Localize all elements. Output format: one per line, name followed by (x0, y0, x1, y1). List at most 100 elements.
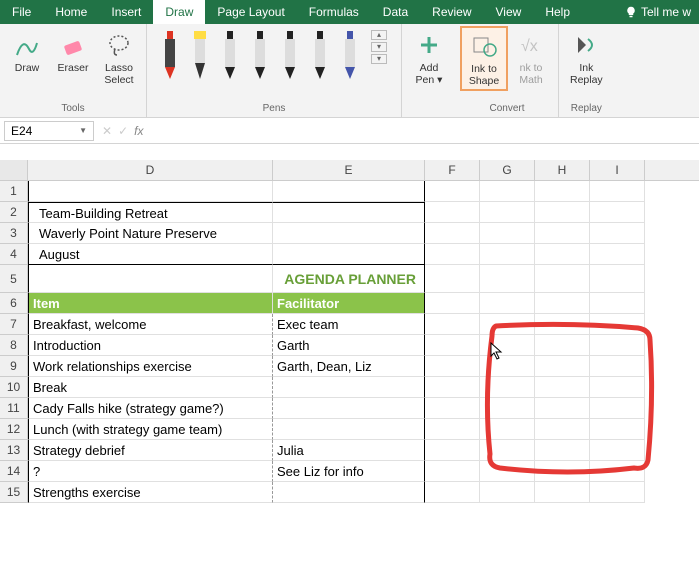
eraser-icon (59, 31, 87, 59)
col-header-i[interactable]: I (590, 160, 645, 180)
tab-page-layout[interactable]: Page Layout (205, 0, 296, 24)
lightbulb-icon (625, 6, 637, 18)
ink-to-math-icon: √x (517, 31, 545, 59)
col-header-g[interactable]: G (480, 160, 535, 180)
tab-formulas[interactable]: Formulas (297, 0, 371, 24)
tab-data[interactable]: Data (371, 0, 420, 24)
eraser-button[interactable]: Eraser (50, 26, 96, 78)
cell[interactable]: Exec team (273, 314, 425, 335)
pen-galaxy[interactable] (337, 30, 363, 80)
ribbon-group-replay: InkReplay Replay (559, 24, 614, 117)
spreadsheet-grid[interactable]: D E F G H I 1 2Team-Building Retreat 3Wa… (0, 160, 699, 503)
row-header[interactable]: 14 (0, 461, 28, 482)
cell[interactable]: Introduction (28, 335, 273, 356)
cell[interactable]: Garth (273, 335, 425, 356)
pen-red[interactable] (157, 30, 183, 80)
ribbon-group-convert: Ink toShape √x nk toMath Convert (456, 24, 559, 117)
cell[interactable]: ? (28, 461, 273, 482)
row-header[interactable]: 15 (0, 482, 28, 503)
row-header[interactable]: 9 (0, 356, 28, 377)
tab-home[interactable]: Home (43, 0, 99, 24)
replay-group-label: Replay (571, 101, 602, 117)
row-header[interactable]: 4 (0, 244, 28, 265)
lasso-icon (105, 31, 133, 59)
cell[interactable]: Work relationships exercise (28, 356, 273, 377)
tab-file[interactable]: File (0, 0, 43, 24)
row-header[interactable]: 7 (0, 314, 28, 335)
cell[interactable]: See Liz for info (273, 461, 425, 482)
ink-replay-icon (572, 31, 600, 59)
fx-button[interactable]: fx (134, 124, 143, 138)
ink-to-math-button: √x nk toMath (508, 26, 554, 89)
formula-bar: E24 ▼ ✕ ✓ fx (0, 118, 699, 144)
pens-group-label: Pens (263, 101, 286, 117)
cell[interactable]: Break (28, 377, 273, 398)
col-header-e[interactable]: E (273, 160, 425, 180)
tab-draw[interactable]: Draw (153, 0, 205, 24)
name-box-value: E24 (11, 124, 32, 138)
chevron-down-icon[interactable]: ▼ (79, 126, 87, 135)
tell-me-label: Tell me w (641, 5, 691, 19)
ribbon: Draw Eraser LassoSelect Tools ▴▾ (0, 24, 699, 118)
cell[interactable]: Breakfast, welcome (28, 314, 273, 335)
table-header-item[interactable]: Item (28, 293, 273, 314)
cell[interactable]: Strategy debrief (28, 440, 273, 461)
lasso-select-button[interactable]: LassoSelect (96, 26, 142, 89)
accept-formula-button[interactable]: ✓ (118, 124, 128, 138)
plus-icon (417, 33, 441, 57)
pen-gallery-more[interactable]: ▴▾▾ (367, 30, 391, 64)
row-header[interactable]: 6 (0, 293, 28, 314)
tab-insert[interactable]: Insert (99, 0, 153, 24)
ink-to-shape-button[interactable]: Ink toShape (460, 26, 508, 91)
row-header[interactable]: 5 (0, 265, 28, 293)
cell[interactable]: Waverly Point Nature Preserve (28, 223, 273, 244)
draw-icon (13, 31, 41, 59)
col-header-f[interactable]: F (425, 160, 480, 180)
row-header[interactable]: 2 (0, 202, 28, 223)
pen-gallery[interactable]: ▴▾▾ (151, 26, 397, 84)
add-pen-button[interactable]: AddPen ▾ (406, 26, 452, 89)
row-header[interactable]: 12 (0, 419, 28, 440)
row-header[interactable]: 11 (0, 398, 28, 419)
row-header[interactable]: 10 (0, 377, 28, 398)
cell-agenda-title[interactable]: AGENDA PLANNER (273, 265, 425, 293)
row-header[interactable]: 13 (0, 440, 28, 461)
tab-review[interactable]: Review (420, 0, 483, 24)
cell[interactable]: August (28, 244, 273, 265)
col-header-h[interactable]: H (535, 160, 590, 180)
menu-tabs: File Home Insert Draw Page Layout Formul… (0, 0, 699, 24)
pen-black-2[interactable] (247, 30, 273, 80)
tools-group-label: Tools (61, 101, 84, 117)
pen-black-3[interactable] (277, 30, 303, 80)
row-header[interactable]: 1 (0, 181, 28, 202)
tab-view[interactable]: View (484, 0, 534, 24)
ribbon-group-addpen: AddPen ▾ (402, 24, 456, 117)
pen-black-4[interactable] (307, 30, 333, 80)
cell[interactable]: Cady Falls hike (strategy game?) (28, 398, 273, 419)
cell[interactable]: Lunch (with strategy game team) (28, 419, 273, 440)
tab-help[interactable]: Help (533, 0, 582, 24)
ribbon-group-tools: Draw Eraser LassoSelect Tools (0, 24, 147, 117)
select-all-corner[interactable] (0, 160, 28, 180)
cell[interactable]: Team-Building Retreat (28, 202, 273, 223)
cell[interactable]: Julia (273, 440, 425, 461)
svg-text:√x: √x (521, 38, 538, 55)
name-box[interactable]: E24 ▼ (4, 121, 94, 141)
table-header-facilitator[interactable]: Facilitator (273, 293, 425, 314)
ink-replay-button[interactable]: InkReplay (563, 26, 610, 89)
cell[interactable]: Garth, Dean, Liz (273, 356, 425, 377)
convert-group-label: Convert (489, 101, 524, 117)
pen-black-1[interactable] (217, 30, 243, 80)
row-header[interactable]: 3 (0, 223, 28, 244)
ribbon-group-pens: ▴▾▾ Pens (147, 24, 402, 117)
cancel-formula-button[interactable]: ✕ (102, 124, 112, 138)
row-header[interactable]: 8 (0, 335, 28, 356)
cell[interactable]: Strengths exercise (28, 482, 273, 503)
ink-to-shape-icon (470, 32, 498, 60)
tell-me-search[interactable]: Tell me w (617, 0, 699, 24)
highlighter-yellow[interactable] (187, 30, 213, 80)
draw-button[interactable]: Draw (4, 26, 50, 78)
mouse-cursor (490, 342, 504, 360)
col-header-d[interactable]: D (28, 160, 273, 180)
formula-input[interactable] (151, 121, 699, 141)
